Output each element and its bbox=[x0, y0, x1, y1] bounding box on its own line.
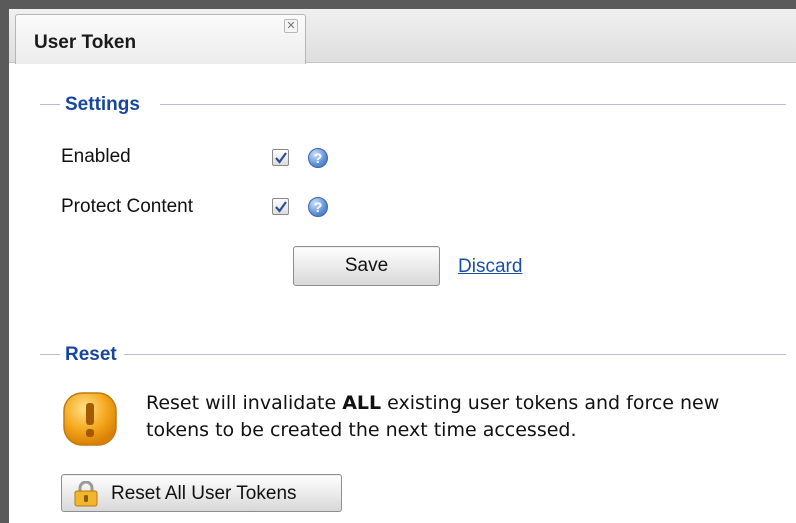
protect-content-checkbox[interactable] bbox=[272, 198, 289, 215]
check-icon bbox=[275, 152, 287, 164]
discard-link[interactable]: Discard bbox=[458, 256, 522, 278]
warning-text-bold: ALL bbox=[342, 392, 382, 414]
tab-bar: User Token ✕ bbox=[9, 9, 796, 64]
reset-divider-right bbox=[124, 354, 786, 355]
protect-content-label: Protect Content bbox=[61, 196, 194, 217]
reset-warning-text: Reset will invalidate ALL existing user … bbox=[146, 390, 766, 444]
tab-label: User Token bbox=[34, 32, 137, 53]
reset-legend: Reset bbox=[65, 344, 117, 365]
protect-content-help-icon[interactable]: ? bbox=[308, 197, 328, 217]
lock-icon bbox=[74, 481, 98, 507]
warning-icon bbox=[63, 392, 117, 446]
settings-divider-left bbox=[40, 104, 60, 105]
window-frame-left bbox=[0, 0, 9, 523]
reset-all-tokens-button[interactable]: Reset All User Tokens bbox=[61, 474, 342, 512]
enabled-help-icon[interactable]: ? bbox=[308, 148, 328, 168]
tab-user-token[interactable]: User Token ✕ bbox=[15, 14, 306, 64]
reset-divider-left bbox=[40, 354, 60, 355]
save-button[interactable]: Save bbox=[293, 246, 440, 286]
check-icon bbox=[275, 201, 287, 213]
settings-legend: Settings bbox=[65, 94, 140, 115]
close-icon[interactable]: ✕ bbox=[284, 19, 298, 33]
warning-text-part: Reset will invalidate bbox=[146, 392, 343, 414]
enabled-label: Enabled bbox=[61, 146, 131, 167]
enabled-checkbox[interactable] bbox=[272, 149, 289, 166]
reset-button-label: Reset All User Tokens bbox=[111, 483, 297, 504]
window-frame-top bbox=[0, 0, 796, 9]
settings-divider-right bbox=[160, 104, 786, 105]
